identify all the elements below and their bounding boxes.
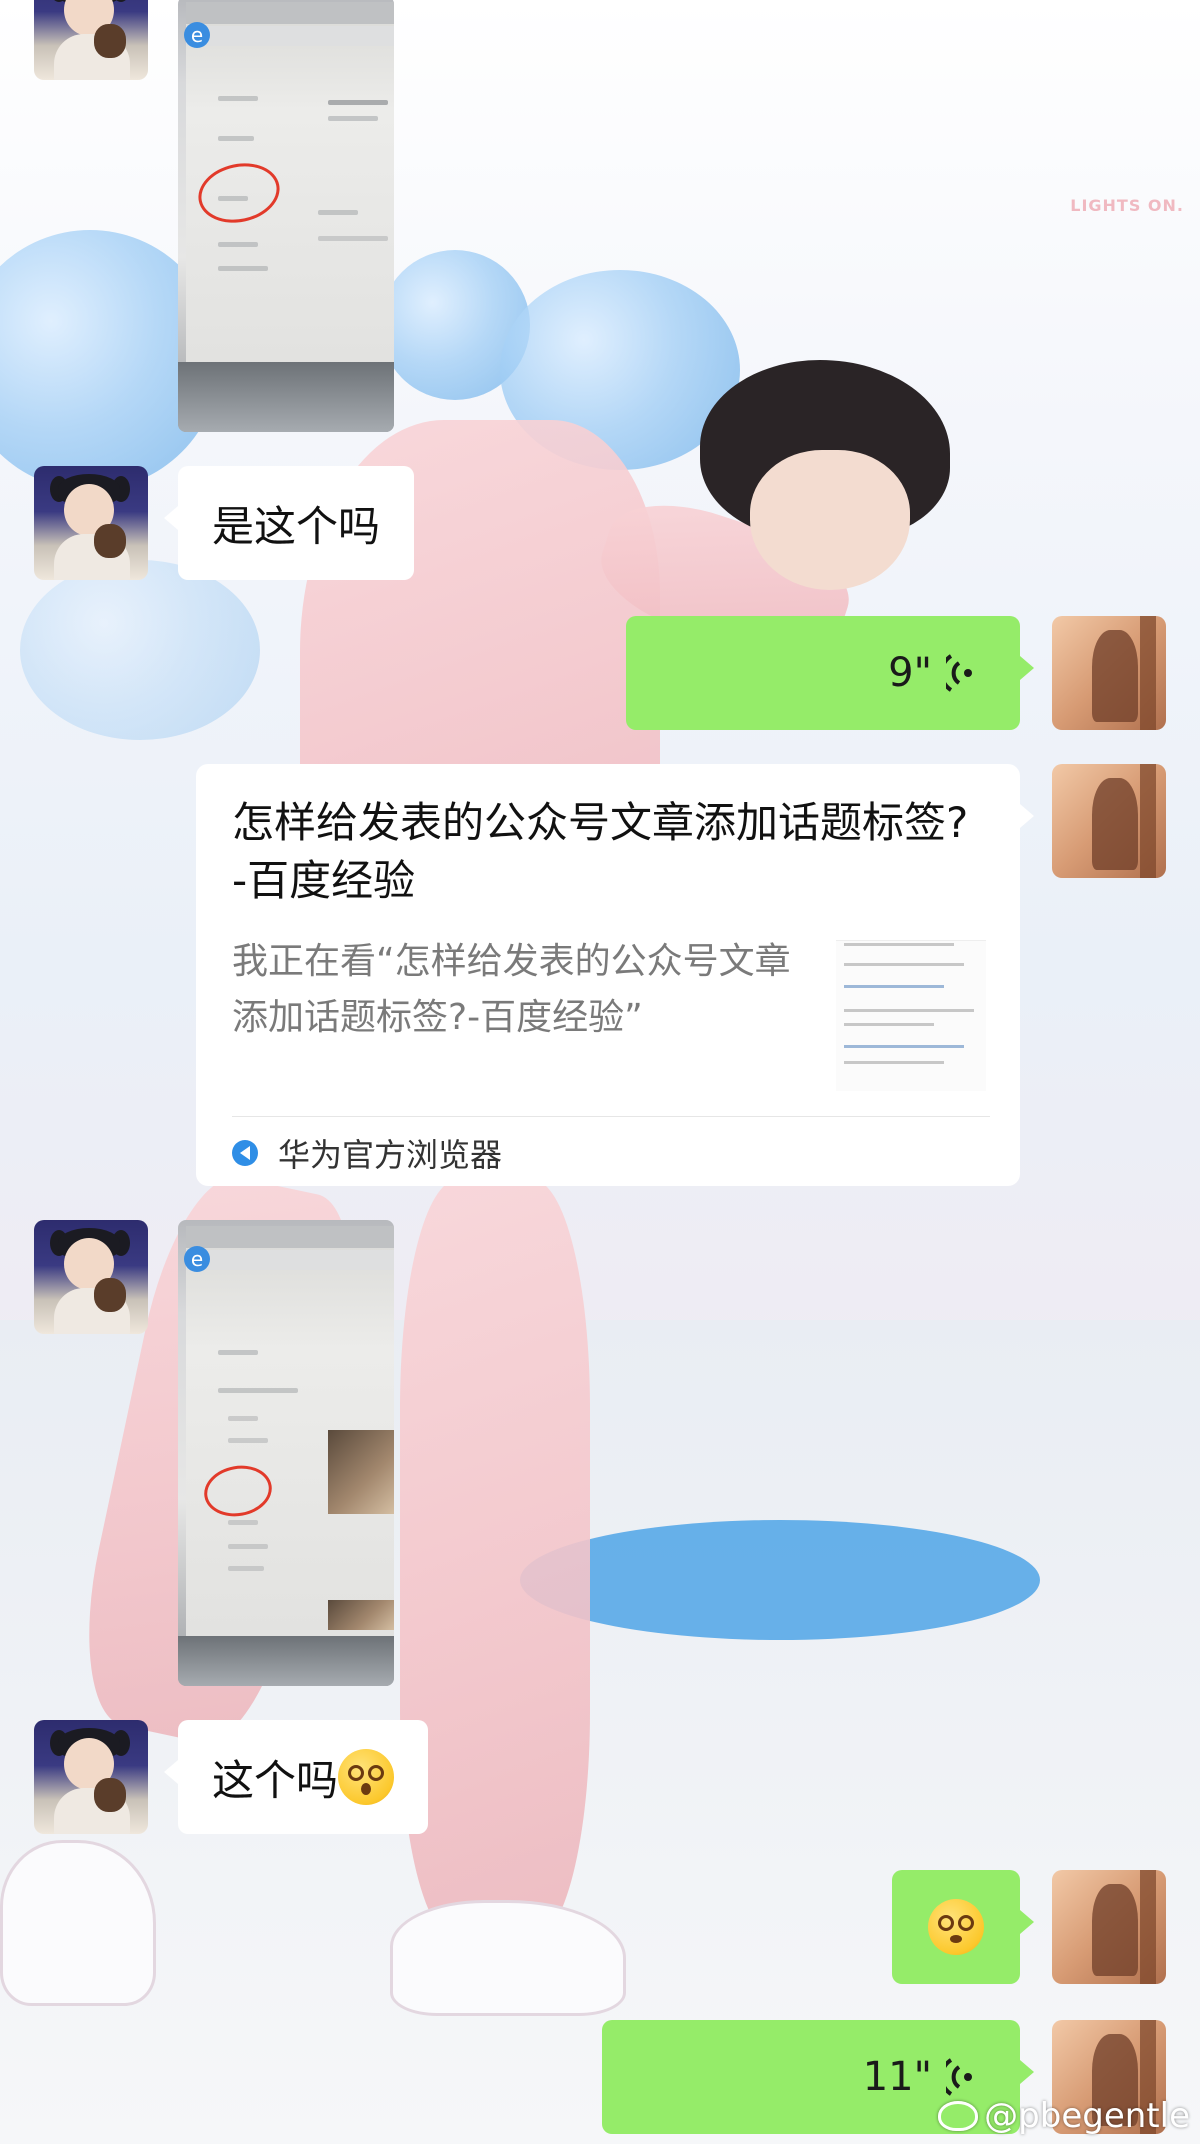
message-text: 是这个吗 [212, 501, 381, 551]
browser-logo-icon: e [184, 22, 210, 48]
avatar-toy [94, 1278, 126, 1312]
avatar[interactable] [1052, 764, 1166, 878]
avatar[interactable] [34, 0, 148, 80]
thumbnail-line [844, 1045, 964, 1048]
screenshot-text-line [218, 136, 254, 141]
voice-wave-icon [946, 2058, 972, 2096]
wallpaper-brand-text: LIGHTS ON. [1070, 196, 1184, 215]
screenshot-text-line [228, 1438, 268, 1443]
avatar[interactable] [34, 1220, 148, 1334]
screenshot-text-line [218, 242, 258, 247]
screenshot-text-line [328, 116, 378, 121]
avatar-toy [94, 1778, 126, 1812]
wallpaper-figure-face [750, 450, 910, 590]
screenshot-text-line [218, 96, 258, 101]
wallpaper-figure-leg [400, 1180, 590, 1940]
link-card-description: 我正在看“怎样给发表的公众号文章添加话题标签?-百度经验” [232, 941, 791, 1038]
voice-duration: 11" [862, 2054, 932, 2100]
thumbnail-line [844, 1023, 934, 1026]
screenshot-text-line [318, 210, 358, 215]
thumbnail-line [844, 943, 954, 946]
thumbnail-line [844, 963, 964, 966]
avatar[interactable] [34, 1720, 148, 1834]
avatar-toy [94, 24, 126, 58]
screenshot-text-line [228, 1520, 258, 1525]
watermark-text: @pbegentle [984, 2096, 1190, 2136]
voice-message[interactable]: 9" [626, 616, 1034, 730]
screenshot-text-line [318, 236, 388, 241]
screenshot-keyboard [178, 362, 394, 432]
thumbnail-line [844, 1061, 944, 1064]
wallpaper-stand [520, 1520, 1040, 1640]
screenshot-text-line [218, 266, 268, 271]
screenshot-text-line [228, 1566, 264, 1571]
link-card[interactable]: 怎样给发表的公众号文章添加话题标签?-百度经验 我正在看“怎样给发表的公众号文章… [196, 764, 1034, 1186]
link-card-divider [232, 1116, 990, 1117]
avatar-silhouette [1092, 630, 1138, 722]
link-card-thumbnail [836, 940, 986, 1091]
image-message[interactable]: e [178, 1220, 394, 1686]
screenshot-tabbar [186, 2, 394, 24]
chat-screen: LIGHTS ON. e 是这个吗 9" 怎样给发表的公众号文章添加话题标签?-… [0, 0, 1200, 2144]
screenshot-text-line [218, 1388, 298, 1393]
shocked-face-icon [338, 1749, 395, 1805]
avatar[interactable] [1052, 616, 1166, 730]
emoji-message[interactable] [892, 1870, 1034, 1984]
screenshot-text-line [228, 1416, 258, 1421]
screenshot-text-line [328, 100, 388, 105]
wallpaper-balloon [20, 560, 260, 740]
screenshot-keyboard [178, 1636, 394, 1686]
weibo-watermark: @pbegentle [938, 2096, 1190, 2136]
avatar-silhouette [1092, 778, 1138, 870]
wallpaper-shoe [0, 1840, 156, 2006]
screenshot-urlbar [186, 1250, 394, 1270]
link-card-source: 华为官方浏览器 [232, 1130, 502, 1176]
avatar-shadow-bar [1140, 1870, 1156, 1984]
voice-duration: 9" [888, 650, 932, 696]
wallpaper-shoe [390, 1900, 626, 2016]
message-bubble[interactable]: 这个吗 [163, 1720, 429, 1834]
link-card-source-label: 华为官方浏览器 [278, 1136, 503, 1174]
link-card-title: 怎样给发表的公众号文章添加话题标签?-百度经验 [232, 798, 969, 905]
screenshot-photo [328, 1430, 394, 1514]
dizzy-face-icon [928, 1899, 984, 1955]
avatar[interactable] [1052, 1870, 1166, 1984]
image-message[interactable]: e [178, 0, 394, 432]
avatar[interactable] [34, 466, 148, 580]
avatar-toy [94, 524, 126, 558]
message-text: 这个吗 [212, 1755, 339, 1805]
screenshot-photo [328, 1600, 394, 1630]
thumbnail-line [844, 985, 944, 988]
screenshot-text-line [218, 1350, 258, 1355]
huawei-browser-icon [232, 1140, 258, 1166]
avatar-silhouette [1092, 1884, 1138, 1976]
voice-wave-icon [946, 654, 972, 692]
avatar-shadow-bar [1140, 764, 1156, 878]
message-bubble[interactable]: 是这个吗 [163, 466, 415, 580]
screenshot-text-line [228, 1544, 268, 1549]
thumbnail-line [844, 1009, 974, 1012]
weibo-logo-icon [938, 2101, 979, 2131]
screenshot-urlbar [186, 26, 394, 46]
avatar-shadow-bar [1140, 616, 1156, 730]
browser-logo-icon: e [184, 1246, 210, 1272]
screenshot-tabbar [186, 1226, 394, 1248]
